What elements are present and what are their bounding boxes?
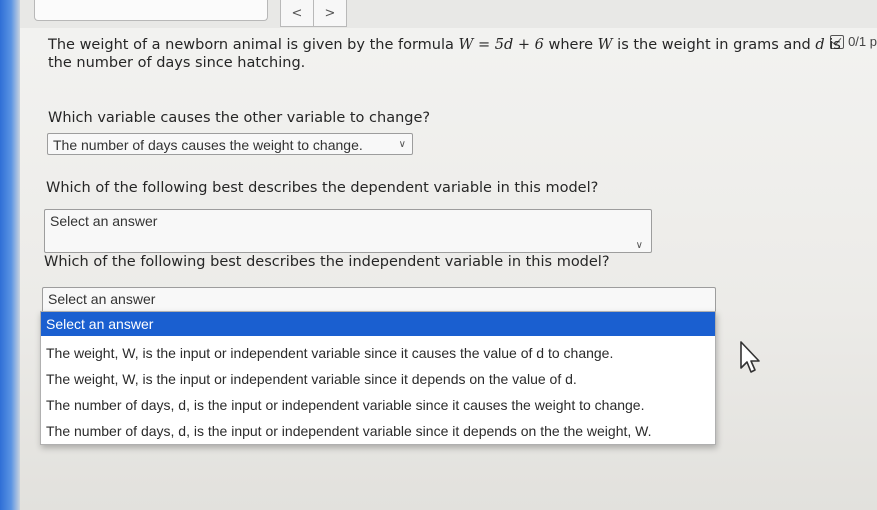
problem-text: where bbox=[543, 37, 598, 53]
dropdown-option[interactable]: The number of days, d, is the input or i… bbox=[41, 392, 715, 418]
screen-edge bbox=[0, 0, 20, 510]
dropdown-option[interactable]: Select an answer bbox=[41, 312, 715, 336]
formula: W = 5d + 6 bbox=[458, 37, 544, 53]
question-1-prompt: Which variable causes the other variable… bbox=[48, 110, 431, 126]
dropdown-option[interactable]: The number of days, d, is the input or i… bbox=[41, 418, 715, 444]
question-2-selected-value: Select an answer bbox=[50, 213, 158, 229]
problem-text: The weight of a newborn animal is given … bbox=[48, 37, 459, 53]
previous-question-button[interactable]: < bbox=[280, 0, 314, 27]
mouse-pointer-icon bbox=[740, 341, 760, 373]
chevron-right-icon: > bbox=[324, 5, 336, 21]
question-2-select[interactable]: Select an answer ∨ bbox=[44, 209, 652, 253]
question-3-selected-value: Select an answer bbox=[48, 291, 156, 307]
next-question-button[interactable]: > bbox=[313, 0, 347, 27]
variable-w: W bbox=[597, 37, 613, 53]
answer-dropdown-list[interactable]: Select an answer The weight, W, is the i… bbox=[40, 311, 716, 445]
chevron-down-icon: ∨ bbox=[398, 139, 406, 150]
problem-text: is the weight in grams and bbox=[612, 37, 816, 53]
dropdown-option[interactable]: The weight, W, is the input or independe… bbox=[41, 366, 715, 392]
question-3-prompt: Which of the following best describes th… bbox=[44, 254, 610, 270]
variable-d: d bbox=[815, 37, 825, 53]
question-1-select[interactable]: The number of days causes the weight to … bbox=[47, 133, 413, 155]
question-2-prompt: Which of the following best describes th… bbox=[46, 180, 599, 196]
chevron-left-icon: < bbox=[291, 5, 303, 21]
score-text: 0/1 p bbox=[848, 34, 877, 49]
question-selector[interactable] bbox=[34, 0, 268, 21]
question-1-selected-value: The number of days causes the weight to … bbox=[53, 137, 363, 153]
problem-statement: The weight of a newborn animal is given … bbox=[48, 36, 848, 72]
dropdown-option[interactable]: The weight, W, is the input or independe… bbox=[41, 340, 715, 366]
chevron-down-icon: ∨ bbox=[635, 240, 643, 251]
